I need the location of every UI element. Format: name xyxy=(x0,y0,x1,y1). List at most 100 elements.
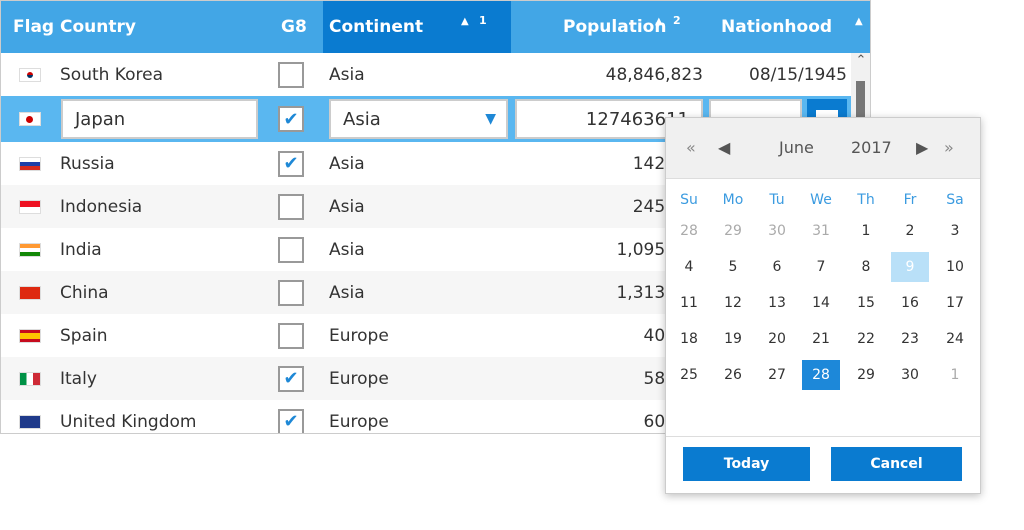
dropdown-arrow-icon[interactable]: ▼ xyxy=(485,111,496,127)
calendar-day[interactable]: 25 xyxy=(670,360,708,390)
day-of-week-label: Mo xyxy=(722,192,744,208)
italy-flag-icon xyxy=(19,371,41,386)
country-cell[interactable]: South Korea xyxy=(60,53,163,96)
calendar-day[interactable]: 8 xyxy=(847,252,885,282)
country-cell[interactable]: Spain xyxy=(60,314,108,357)
g8-checkbox[interactable]: ✔ xyxy=(278,106,304,132)
calendar-day[interactable]: 16 xyxy=(891,288,929,318)
g8-checkbox[interactable] xyxy=(278,193,304,220)
header-nationhood[interactable]: Nationhood xyxy=(721,1,832,53)
country-input[interactable]: Japan xyxy=(61,99,258,139)
china-flag-icon xyxy=(19,285,41,300)
table-row[interactable]: South Korea Asia 48,846,823 08/15/1945 xyxy=(1,53,851,96)
continent-cell[interactable]: Asia xyxy=(329,185,365,228)
calendar-day[interactable]: 3 xyxy=(936,216,974,246)
divider xyxy=(666,436,980,437)
country-cell[interactable]: Italy xyxy=(60,357,97,400)
calendar-day[interactable]: 18 xyxy=(670,324,708,354)
calendar-day[interactable]: 22 xyxy=(847,324,885,354)
continent-cell[interactable]: Europe xyxy=(329,314,389,357)
header-country[interactable]: Country xyxy=(60,1,136,53)
sort-asc-icon: ▲ xyxy=(461,16,469,27)
calendar-day[interactable]: 30 xyxy=(758,216,796,246)
prev-month-icon[interactable]: ◀ xyxy=(718,138,730,157)
calendar-day[interactable]: 14 xyxy=(802,288,840,318)
calendar-day[interactable]: 21 xyxy=(802,324,840,354)
continent-select[interactable]: Asia ▼ xyxy=(329,99,508,139)
calendar-day[interactable]: 10 xyxy=(936,252,974,282)
sort-order: 1 xyxy=(479,14,487,27)
calendar-day[interactable]: 1 xyxy=(847,216,885,246)
continent-cell[interactable]: Asia xyxy=(329,228,365,271)
sort-asc-icon: ▲ xyxy=(655,16,663,27)
calendar-day[interactable]: 13 xyxy=(758,288,796,318)
grid-header: Flag Country G8 Continent ▲ 1 Population… xyxy=(1,1,870,53)
country-cell[interactable]: China xyxy=(60,271,109,314)
next-month-icon[interactable]: ▶ xyxy=(916,138,928,157)
day-of-week-label: Su xyxy=(680,192,698,208)
population-cell[interactable]: 48,846,823 xyxy=(511,53,703,96)
scroll-up-icon[interactable]: ⌃ xyxy=(851,53,870,68)
nationhood-cell[interactable]: 08/15/1945 xyxy=(709,53,847,96)
calendar-day[interactable]: 5 xyxy=(714,252,752,282)
cancel-button[interactable]: Cancel xyxy=(831,447,962,481)
checkmark-icon: ✔ xyxy=(283,411,299,432)
header-g8[interactable]: G8 xyxy=(281,1,307,53)
calendar-year[interactable]: 2017 xyxy=(851,138,892,157)
calendar-day[interactable]: 28 xyxy=(670,216,708,246)
country-cell[interactable]: Indonesia xyxy=(60,185,142,228)
spain-flag-icon xyxy=(19,328,41,343)
calendar-day[interactable]: 30 xyxy=(891,360,929,390)
calendar-day[interactable]: 6 xyxy=(758,252,796,282)
g8-checkbox[interactable]: ✔ xyxy=(278,408,304,433)
calendar-day[interactable]: 12 xyxy=(714,288,752,318)
calendar-day[interactable]: 7 xyxy=(802,252,840,282)
continent-cell[interactable]: Asia xyxy=(329,142,365,185)
japan-flag-icon xyxy=(19,112,41,126)
g8-checkbox[interactable] xyxy=(278,236,304,263)
header-population[interactable]: Population ▲ 2 xyxy=(563,1,681,53)
calendar-month[interactable]: June xyxy=(779,138,814,157)
continent-cell[interactable]: Asia xyxy=(329,271,365,314)
country-cell[interactable]: United Kingdom xyxy=(60,400,196,433)
calendar-day[interactable]: 28 xyxy=(802,360,840,390)
calendar-day[interactable]: 9 xyxy=(891,252,929,282)
header-continent[interactable]: Continent ▲ 1 xyxy=(323,1,511,53)
today-button[interactable]: Today xyxy=(683,447,810,481)
checkmark-icon: ✔ xyxy=(283,153,299,174)
continent-cell[interactable]: Asia xyxy=(329,53,365,96)
g8-checkbox[interactable] xyxy=(278,61,304,88)
calendar-day[interactable]: 27 xyxy=(758,360,796,390)
calendar-day[interactable]: 17 xyxy=(936,288,974,318)
date-picker-popup: « ◀ June 2017 ▶ » Su Mo Tu We Th Fr Sa 28 29 30 31… xyxy=(665,117,981,494)
country-cell[interactable]: India xyxy=(60,228,102,271)
calendar-day[interactable]: 1 xyxy=(936,360,974,390)
g8-checkbox[interactable] xyxy=(278,322,304,349)
calendar-day[interactable]: 20 xyxy=(758,324,796,354)
country-cell[interactable]: Russia xyxy=(60,142,115,185)
day-of-week-label: Tu xyxy=(769,192,785,208)
calendar-day[interactable]: 29 xyxy=(847,360,885,390)
continent-cell[interactable]: Europe xyxy=(329,357,389,400)
calendar-day[interactable]: 26 xyxy=(714,360,752,390)
calendar-day[interactable]: 29 xyxy=(714,216,752,246)
g8-checkbox[interactable]: ✔ xyxy=(278,365,304,392)
calendar-day[interactable]: 19 xyxy=(714,324,752,354)
calendar-day[interactable]: 11 xyxy=(670,288,708,318)
day-of-week-label: Sa xyxy=(946,192,964,208)
checkmark-icon: ✔ xyxy=(283,108,299,130)
g8-checkbox[interactable]: ✔ xyxy=(278,150,304,177)
calendar-day[interactable]: 23 xyxy=(891,324,929,354)
calendar-day[interactable]: 24 xyxy=(936,324,974,354)
header-continent-label: Continent xyxy=(329,17,424,37)
header-flag[interactable]: Flag xyxy=(13,1,54,53)
calendar-day[interactable]: 4 xyxy=(670,252,708,282)
prev-year-icon[interactable]: « xyxy=(686,138,696,157)
next-year-icon[interactable]: » xyxy=(944,138,954,157)
continent-cell[interactable]: Europe xyxy=(329,400,389,433)
calendar-day[interactable]: 31 xyxy=(802,216,840,246)
south-korea-flag-icon xyxy=(19,67,41,82)
calendar-day[interactable]: 2 xyxy=(891,216,929,246)
g8-checkbox[interactable] xyxy=(278,279,304,306)
calendar-day[interactable]: 15 xyxy=(847,288,885,318)
